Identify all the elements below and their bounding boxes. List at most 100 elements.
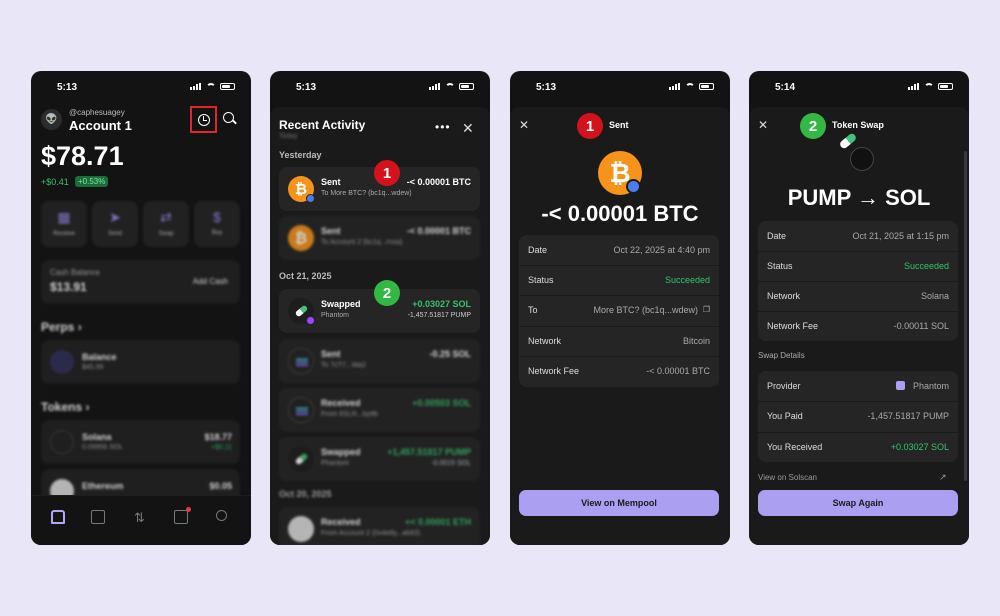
- detail-row-status: Status Succeeded: [528, 275, 710, 285]
- swap-again-button[interactable]: Swap Again: [758, 490, 958, 516]
- cash-balance-card[interactable]: Cash Balance $13.91 Add Cash: [41, 260, 240, 304]
- battery-icon: [699, 83, 714, 90]
- status-bar: 5:13: [510, 71, 730, 105]
- activity-row[interactable]: Sent To 7cT7...Wa2 -0.25 SOL: [279, 339, 480, 383]
- detail-row-you-received: You Received +0.03027 SOL: [767, 442, 949, 452]
- bitcoin-icon: ₿: [288, 225, 314, 251]
- activity-row[interactable]: Received From 6SLR...byttb +0.00503 SOL: [279, 388, 480, 432]
- page-title: Recent Activity: [279, 118, 366, 132]
- buy-button[interactable]: $ Buy: [194, 201, 240, 247]
- phone-swap-detail: 5:14 ✕ 2 Token Swap PUMP → SOL Date Oct 2…: [749, 71, 969, 545]
- solana-icon: [288, 348, 314, 374]
- wifi-icon: [445, 83, 455, 90]
- copy-icon[interactable]: ❐: [703, 305, 710, 314]
- view-on-mempool-button[interactable]: View on Mempool: [519, 490, 719, 516]
- status-time: 5:13: [57, 82, 78, 93]
- wifi-icon: [924, 83, 934, 90]
- detail-row-network-fee: Network Fee -< 0.00001 BTC: [528, 366, 710, 376]
- page-title: Token Swap: [832, 120, 884, 130]
- collectibles-tab-icon[interactable]: [91, 510, 105, 524]
- today-label: Today: [279, 133, 298, 140]
- external-link-icon[interactable]: ↗: [939, 472, 947, 483]
- receive-button[interactable]: ▦ Receive: [41, 201, 87, 247]
- solana-icon: [50, 430, 74, 454]
- amount-headline: -< 0.00001 BTC: [541, 201, 699, 226]
- activity-row[interactable]: ₿ Sent To Account 2 (bc1q...rnsa) -< 0.0…: [279, 216, 480, 260]
- group-label-oct21: Oct 21, 2025: [279, 271, 332, 281]
- pump-token-icon: [288, 446, 314, 472]
- step-badge-1: 1: [374, 160, 400, 186]
- phone-recent-activity: 5:13 Recent Activity Today ••• ✕ Yesterd…: [270, 71, 490, 545]
- status-bar: 5:13: [31, 71, 251, 105]
- account-name[interactable]: Account 1: [69, 118, 132, 133]
- group-label-oct20: Oct 20, 2025: [279, 489, 332, 499]
- signal-icon: [429, 83, 441, 90]
- search-icon[interactable]: [223, 112, 234, 123]
- step-badge-1: 1: [577, 113, 603, 139]
- more-options-icon[interactable]: •••: [435, 120, 451, 134]
- status-time: 5:13: [296, 82, 317, 93]
- page-title: Sent: [609, 120, 629, 130]
- view-on-solscan-link[interactable]: View on Solscan: [758, 473, 817, 482]
- close-icon[interactable]: ✕: [519, 118, 529, 132]
- phone-home-screen: 5:13 👽 @caphesuagey Account 1 $78.71 +$0…: [31, 71, 251, 545]
- swap-details-card: Provider Phantom You Paid -1,457.51817 PUM…: [758, 371, 958, 462]
- perps-balance-row[interactable]: Balance $45.99: [41, 340, 240, 384]
- explore-tab-icon[interactable]: [216, 510, 227, 521]
- transaction-details-card: Date Oct 21, 2025 at 1:15 pm Status Succee…: [758, 221, 958, 341]
- add-cash-button[interactable]: Add Cash: [193, 277, 228, 286]
- activity-row[interactable]: Swapped Phantom +1,457.51817 PUMP -0.001…: [279, 437, 480, 481]
- close-icon[interactable]: ✕: [462, 120, 474, 137]
- dollar-icon: $: [213, 209, 221, 225]
- balance-change: +$0.41: [41, 177, 69, 187]
- close-icon[interactable]: ✕: [758, 118, 768, 132]
- signal-icon: [190, 83, 202, 90]
- phone-sent-detail: 5:13 ✕ 1 Sent ₿ -< 0.00001 BTC Date Oct 2…: [510, 71, 730, 545]
- qr-icon: ▦: [57, 209, 71, 225]
- ethereum-icon: [288, 516, 314, 542]
- send-button[interactable]: ➤ Send: [92, 201, 138, 247]
- phantom-icon: [896, 381, 905, 390]
- swap-details-header: Swap Details: [758, 351, 805, 360]
- detail-row-you-paid: You Paid -1,457.51817 PUMP: [767, 411, 949, 421]
- step-badge-2: 2: [800, 113, 826, 139]
- detail-row-to[interactable]: To More BTC? (bc1q...wdew) ❐: [528, 295, 710, 325]
- solana-icon: [850, 147, 874, 171]
- detail-row-provider: Provider Phantom: [767, 381, 949, 391]
- perps-icon: [50, 350, 74, 374]
- detail-row-status: Status Succeeded: [767, 261, 949, 271]
- status-time: 5:13: [536, 82, 557, 93]
- home-tab-icon[interactable]: [51, 510, 65, 524]
- swap-button[interactable]: ⇄ Swap: [143, 201, 189, 247]
- group-label-yesterday: Yesterday: [279, 150, 322, 160]
- total-balance: $78.71: [41, 141, 124, 171]
- status-bar: 5:13: [270, 71, 490, 105]
- swap-tab-icon[interactable]: ⇅: [134, 510, 148, 525]
- detail-row-date: Date Oct 21, 2025 at 1:15 pm: [767, 231, 949, 241]
- activity-row[interactable]: Received From Account 2 (0x4e8y...ab83) …: [279, 507, 480, 545]
- detail-row-network: Network Bitcoin: [528, 336, 710, 346]
- detail-row-network-fee: Network Fee -0.00011 SOL: [767, 321, 949, 331]
- transaction-details-card: Date Oct 22, 2025 at 4:40 pm Status Succee…: [519, 235, 719, 387]
- status-bar: 5:14: [749, 71, 969, 105]
- battery-icon: [220, 83, 235, 90]
- signal-icon: [669, 83, 681, 90]
- wifi-icon: [206, 83, 216, 90]
- send-icon: ➤: [109, 209, 121, 225]
- balance-change-percent: +0.53%: [75, 176, 109, 187]
- clock-icon: [197, 113, 210, 126]
- token-row-solana[interactable]: Solana 0.09956 SOL $18.77 +$0.11: [41, 420, 240, 464]
- tab-bar: ⇅: [31, 495, 251, 545]
- activity-tab-icon[interactable]: [174, 507, 191, 524]
- swap-icon: ⇄: [160, 209, 172, 225]
- wifi-icon: [685, 83, 695, 90]
- send-badge-icon: [306, 194, 315, 203]
- signal-icon: [908, 83, 920, 90]
- avatar[interactable]: 👽: [41, 109, 62, 130]
- perps-header[interactable]: Perps ›: [41, 320, 82, 334]
- history-button[interactable]: [190, 106, 217, 133]
- detail-row-date: Date Oct 22, 2025 at 4:40 pm: [528, 245, 710, 255]
- tokens-header[interactable]: Tokens ›: [41, 400, 89, 414]
- solana-badge-icon: [306, 316, 315, 325]
- account-handle: @caphesuagey: [69, 108, 125, 117]
